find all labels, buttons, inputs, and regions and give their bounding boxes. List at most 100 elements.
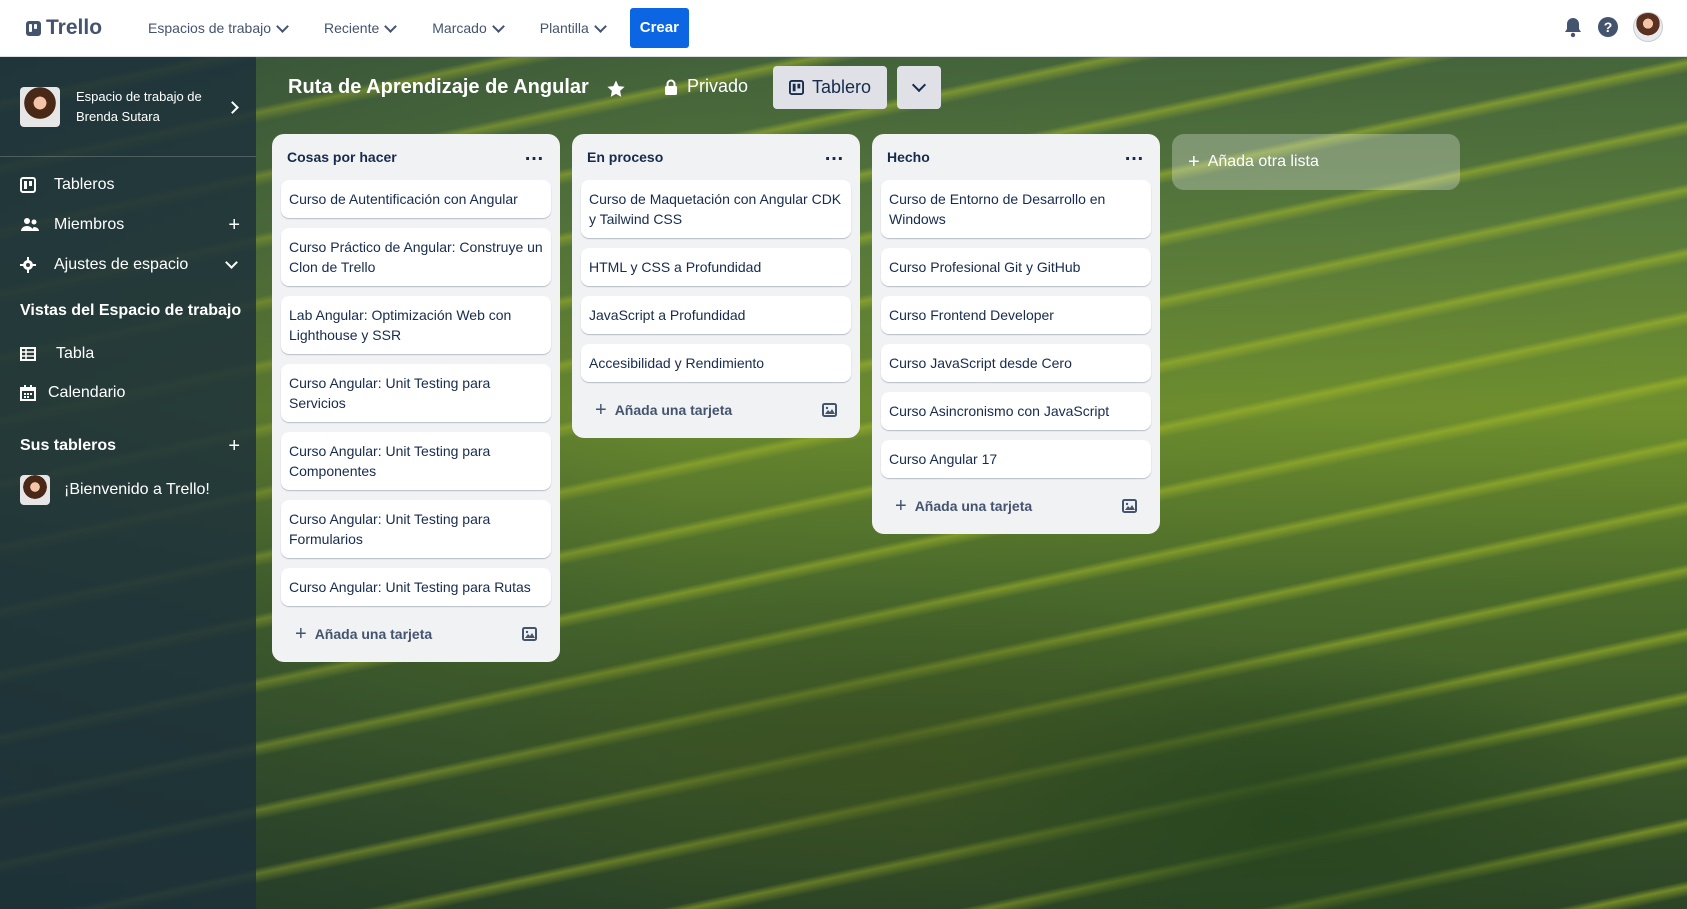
card-template-icon[interactable] (522, 627, 537, 641)
list-en-proceso: En proceso … Curso de Maquetación con An… (572, 134, 860, 438)
workspace-views-title: Vistas del Espacio de trabajo (20, 302, 242, 319)
plus-icon: + (895, 495, 907, 517)
nav-label: Marcado (432, 20, 487, 36)
card[interactable]: Curso Angular: Unit Testing para Servici… (281, 364, 551, 422)
card[interactable]: Curso Angular: Unit Testing para Compone… (281, 432, 551, 490)
list-menu-icon[interactable]: … (524, 144, 545, 164)
chevron-right-icon[interactable] (226, 100, 239, 114)
nav-plantilla[interactable]: Plantilla (539, 19, 607, 36)
sidebar-item-label: Ajustes de espacio (54, 256, 189, 273)
gear-icon (20, 257, 36, 273)
board-view-button[interactable]: Tablero (773, 66, 887, 109)
board-icon (20, 177, 36, 193)
workspace-sidebar: Espacio de trabajo de Brenda Sutara Tabl… (0, 57, 256, 909)
bell-icon[interactable] (1563, 16, 1583, 38)
card[interactable]: Curso de Maquetación con Angular CDK y T… (581, 180, 851, 238)
topbar-right-actions: ? (1549, 12, 1663, 42)
svg-text:?: ? (1604, 19, 1613, 35)
sidebar-item-tabla[interactable]: Tabla (20, 345, 240, 363)
plus-icon: + (1188, 151, 1200, 173)
plus-icon: + (295, 623, 307, 645)
sidebar-item-tableros[interactable]: Tableros (20, 176, 240, 194)
nav-label: Plantilla (539, 20, 589, 36)
card-template-icon[interactable] (1122, 499, 1137, 513)
add-card-label: Añada una tarjeta (614, 402, 733, 418)
add-member-icon[interactable]: + (228, 215, 240, 235)
list-title[interactable]: Cosas por hacer (287, 149, 397, 165)
card[interactable]: Curso JavaScript desde Cero (881, 344, 1151, 382)
your-boards-label: Sus tableros (20, 437, 117, 454)
card[interactable]: Curso Angular 17 (881, 440, 1151, 478)
card[interactable]: Curso Angular: Unit Testing para Formula… (281, 500, 551, 558)
board-view-label: Tablero (811, 77, 872, 97)
card[interactable]: Accesibilidad y Rendimiento (581, 344, 851, 382)
privacy-button[interactable]: Privado (664, 76, 748, 97)
nav-espacios-de-trabajo[interactable]: Espacios de trabajo (148, 19, 289, 36)
add-card-button[interactable]: + Añada una tarjeta (595, 399, 733, 421)
main-nav: Espacios de trabajo Reciente Marcado Pla… (148, 8, 689, 48)
chevron-down-icon (384, 19, 398, 33)
add-board-icon[interactable]: + (228, 435, 240, 458)
list-header: Hecho … (881, 134, 1151, 180)
sidebar-item-label: Tableros (54, 176, 115, 193)
card[interactable]: JavaScript a Profundidad (581, 296, 851, 334)
members-icon (21, 218, 39, 231)
chevron-down-icon (491, 19, 505, 33)
workspace-avatar (20, 87, 60, 127)
workspace-name: Espacio de trabajo de Brenda Sutara (76, 89, 202, 124)
chevron-down-icon (276, 19, 289, 33)
card[interactable]: Curso Angular: Unit Testing para Rutas (281, 568, 551, 606)
lock-icon (665, 79, 677, 95)
help-icon[interactable]: ? (1597, 16, 1619, 38)
board-title[interactable]: Ruta de Aprendizaje de Angular (288, 76, 589, 99)
view-options-button[interactable] (897, 66, 941, 109)
add-card-label: Añada una tarjeta (314, 626, 433, 642)
list-hecho: Hecho … Curso de Entorno de Desarrollo e… (872, 134, 1160, 534)
trello-logo-text: Trello (46, 16, 103, 39)
add-list-label: Añada otra lista (1207, 153, 1319, 170)
list-menu-icon[interactable]: … (1124, 144, 1145, 164)
nav-label: Espacios de trabajo (148, 20, 271, 36)
chevron-down-icon[interactable] (225, 256, 238, 269)
card[interactable]: Curso de Autentificación con Angular (281, 180, 551, 218)
list-menu-icon[interactable]: … (824, 144, 845, 164)
nav-label: Reciente (324, 20, 380, 36)
card[interactable]: Curso Práctico de Angular: Construye un … (281, 228, 551, 286)
star-icon[interactable] (606, 79, 626, 104)
sidebar-item-label: Miembros (54, 216, 125, 233)
sidebar-item-label: Tabla (56, 345, 95, 362)
sidebar-board-bienvenido[interactable]: ¡Bienvenido a Trello! (20, 475, 240, 505)
add-card-button[interactable]: + Añada una tarjeta (295, 623, 433, 645)
card[interactable]: Curso Frontend Developer (881, 296, 1151, 334)
card[interactable]: Curso Asincronismo con JavaScript (881, 392, 1151, 430)
trello-logo[interactable]: Trello (26, 16, 102, 40)
workspace-header[interactable]: Espacio de trabajo de Brenda Sutara (20, 87, 245, 127)
card[interactable]: HTML y CSS a Profundidad (581, 248, 851, 286)
board-thumbnail (20, 475, 50, 505)
top-navigation-bar: Trello Espacios de trabajo Reciente Marc… (0, 0, 1687, 57)
user-avatar[interactable] (1633, 12, 1663, 42)
card-template-icon[interactable] (822, 403, 837, 417)
add-card-button[interactable]: + Añada una tarjeta (895, 495, 1032, 517)
calendar-icon (20, 385, 36, 401)
add-card-row: + Añada una tarjeta (581, 392, 851, 428)
card[interactable]: Curso de Entorno de Desarrollo en Window… (881, 180, 1151, 238)
sidebar-item-ajustes[interactable]: Ajustes de espacio (20, 256, 240, 274)
nav-marcado[interactable]: Marcado (432, 19, 505, 36)
card[interactable]: Lab Angular: Optimización Web con Lighth… (281, 296, 551, 354)
create-button[interactable]: Crear (629, 8, 689, 48)
add-list-button[interactable]: + Añada otra lista (1172, 134, 1460, 190)
your-boards-title: Sus tableros + (20, 435, 240, 458)
nav-reciente[interactable]: Reciente (324, 19, 398, 36)
card[interactable]: Curso Profesional Git y GitHub (881, 248, 1151, 286)
chevron-down-icon (911, 77, 927, 93)
plus-icon: + (595, 399, 607, 421)
sidebar-item-miembros[interactable]: Miembros + (20, 215, 240, 235)
list-title[interactable]: En proceso (587, 149, 663, 165)
sidebar-item-calendario[interactable]: Calendario (20, 384, 240, 402)
chevron-down-icon (593, 19, 607, 33)
privacy-label: Privado (687, 76, 749, 96)
trello-logo-icon (26, 20, 41, 36)
add-card-row: + Añada una tarjeta (281, 616, 551, 652)
list-title[interactable]: Hecho (887, 149, 930, 165)
